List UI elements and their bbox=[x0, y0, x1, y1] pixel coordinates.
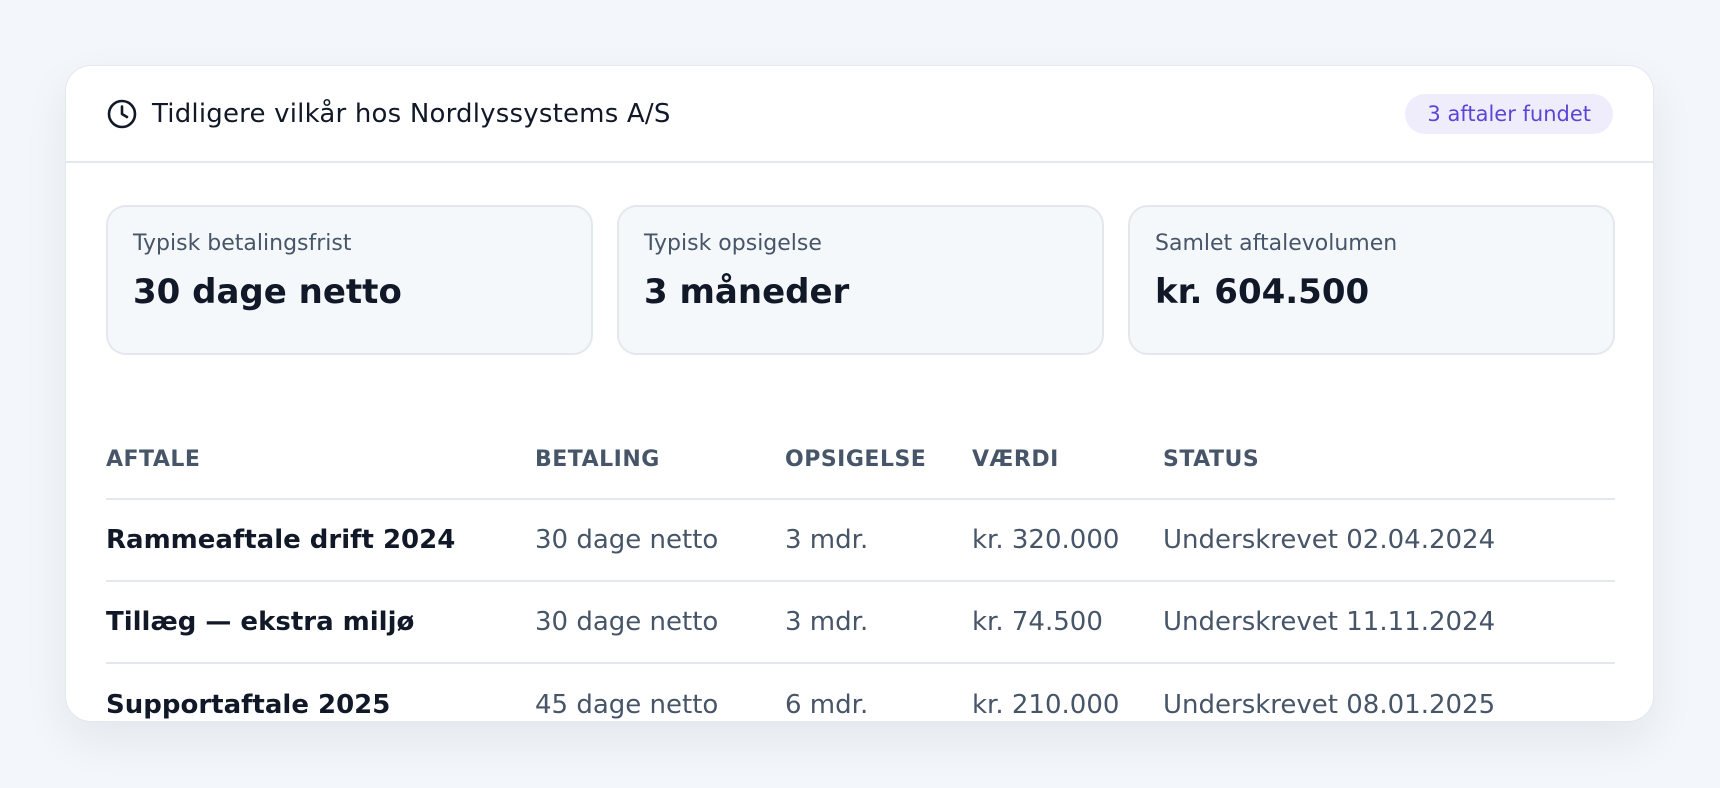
stat-label: Samlet aftalevolumen bbox=[1155, 231, 1398, 256]
column-header-aftale: AFTALE bbox=[106, 446, 201, 472]
cell-status: Underskrevet 02.04.2024 bbox=[1163, 525, 1496, 555]
cell-vaerdi: kr. 320.000 bbox=[972, 525, 1120, 555]
table-row[interactable]: Rammeaftale drift 2024 30 dage netto 3 m… bbox=[106, 500, 1615, 582]
column-header-betaling: BETALING bbox=[535, 446, 660, 472]
column-header-opsigelse: OPSIGELSE bbox=[785, 446, 927, 472]
cell-status: Underskrevet 11.11.2024 bbox=[1163, 607, 1496, 637]
cell-betaling: 45 dage netto bbox=[535, 690, 719, 720]
agreements-found-badge: 3 aftaler fundet bbox=[1405, 93, 1613, 134]
stat-payment-term: Typisk betalingsfrist 30 dage netto bbox=[106, 205, 593, 355]
card-header: Tidligere vilkår hos Nordlyssystems A/S … bbox=[66, 66, 1653, 163]
agreements-table: AFTALE BETALING OPSIGELSE VÆRDI STATUS R… bbox=[106, 426, 1615, 721]
stat-value: 30 dage netto bbox=[133, 272, 402, 312]
table-row[interactable]: Tillæg — ekstra miljø 30 dage netto 3 md… bbox=[106, 582, 1615, 664]
stat-value: 3 måneder bbox=[644, 272, 850, 312]
header-title-group: Tidligere vilkår hos Nordlyssystems A/S bbox=[106, 98, 671, 130]
previous-terms-card: Tidligere vilkår hos Nordlyssystems A/S … bbox=[65, 65, 1654, 722]
column-header-vaerdi: VÆRDI bbox=[972, 446, 1059, 472]
cell-opsigelse: 6 mdr. bbox=[785, 690, 869, 720]
summary-stats: Typisk betalingsfrist 30 dage netto Typi… bbox=[106, 205, 1615, 355]
table-row[interactable]: Supportaftale 2025 45 dage netto 6 mdr. … bbox=[106, 664, 1615, 721]
cell-vaerdi: kr. 74.500 bbox=[972, 607, 1103, 637]
cell-status: Underskrevet 08.01.2025 bbox=[1163, 690, 1496, 720]
cell-opsigelse: 3 mdr. bbox=[785, 607, 869, 637]
table-header: AFTALE BETALING OPSIGELSE VÆRDI STATUS bbox=[106, 426, 1615, 500]
cell-betaling: 30 dage netto bbox=[535, 607, 719, 637]
stat-value: kr. 604.500 bbox=[1155, 272, 1370, 312]
stat-notice-period: Typisk opsigelse 3 måneder bbox=[617, 205, 1104, 355]
cell-opsigelse: 3 mdr. bbox=[785, 525, 869, 555]
cell-aftale: Rammeaftale drift 2024 bbox=[106, 525, 456, 555]
column-header-status: STATUS bbox=[1163, 446, 1260, 472]
card-title: Tidligere vilkår hos Nordlyssystems A/S bbox=[152, 98, 671, 129]
stat-label: Typisk betalingsfrist bbox=[133, 231, 352, 256]
cell-aftale: Supportaftale 2025 bbox=[106, 690, 391, 720]
cell-vaerdi: kr. 210.000 bbox=[972, 690, 1120, 720]
stat-label: Typisk opsigelse bbox=[644, 231, 822, 256]
cell-aftale: Tillæg — ekstra miljø bbox=[106, 607, 415, 637]
stat-total-volume: Samlet aftalevolumen kr. 604.500 bbox=[1128, 205, 1615, 355]
cell-betaling: 30 dage netto bbox=[535, 525, 719, 555]
clock-icon bbox=[106, 98, 138, 130]
